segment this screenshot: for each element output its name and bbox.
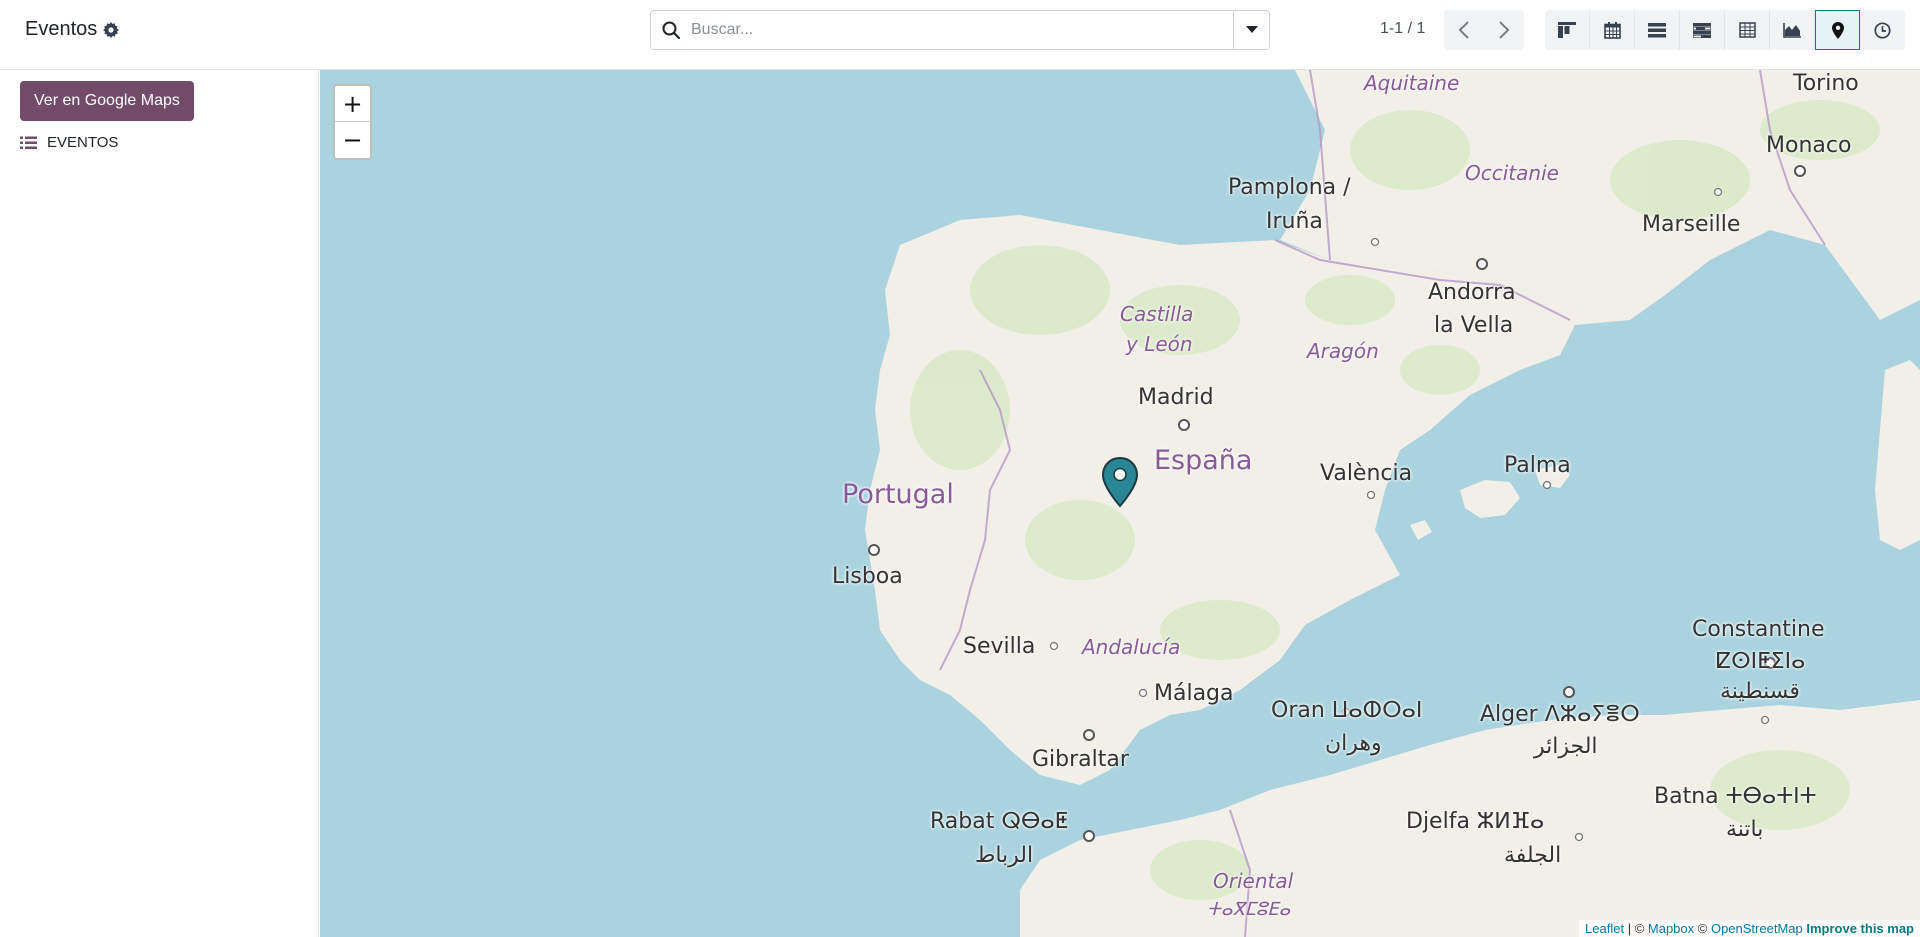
chevron-left-icon — [1458, 21, 1469, 39]
map-label: الجلفة — [1504, 843, 1562, 868]
search-bar — [650, 10, 1270, 50]
map-label: España — [1154, 445, 1253, 476]
pager-next-button[interactable] — [1484, 10, 1524, 50]
map-label: Pamplona / — [1228, 175, 1351, 200]
improve-map-link[interactable]: Improve this map — [1806, 921, 1914, 936]
map-label: Djelfa ⵣⵍⴼⴰ — [1406, 809, 1545, 834]
map-label: قسنطينة — [1720, 679, 1800, 704]
map-label: Portugal — [842, 479, 954, 510]
map-label: la Vella — [1434, 313, 1514, 338]
map-label: ⵇⵙⵏⵟⵉⵏⴰ — [1716, 649, 1806, 674]
gear-icon[interactable] — [103, 21, 120, 38]
page-title: Eventos — [25, 18, 98, 40]
control-panel: Eventos 1-1 / 1 — [0, 0, 1920, 70]
gantt-view-button[interactable] — [1680, 10, 1725, 50]
search-icon — [651, 11, 691, 49]
zoom-out-button[interactable]: − — [335, 122, 370, 158]
search-options-toggle[interactable] — [1233, 11, 1269, 49]
map-label: Lisboa — [832, 564, 903, 589]
map-label: Monaco — [1766, 133, 1852, 158]
map-label: València — [1320, 461, 1413, 486]
map-label: Gibraltar — [1032, 747, 1129, 772]
map-attribution: Leaflet | © Mapbox © OpenStreetMap Impro… — [1579, 920, 1920, 937]
map-label: وهران — [1325, 731, 1382, 756]
map-label: Constantine — [1692, 617, 1825, 642]
records-group[interactable]: EVENTOS — [20, 134, 118, 151]
map-container[interactable]: Aquitaine Torino Occitanie Monaco Pamplo… — [320, 70, 1920, 937]
map-label: Occitanie — [1465, 161, 1559, 185]
google-maps-button[interactable]: Ver en Google Maps — [20, 81, 194, 121]
map-label: Málaga — [1154, 681, 1234, 706]
caret-down-icon — [1245, 26, 1258, 33]
map-pin-icon — [1101, 456, 1139, 508]
zoom-control: + − — [333, 84, 372, 160]
map-label: باتنة — [1726, 817, 1764, 842]
map-label: Rabat ⵕⴱⴰⵟ — [930, 809, 1069, 834]
openstreetmap-link[interactable]: OpenStreetMap — [1711, 921, 1803, 936]
graph-view-button[interactable] — [1770, 10, 1815, 50]
view-switcher — [1545, 10, 1905, 50]
map-label: الجزائر — [1534, 734, 1598, 759]
map-label: Madrid — [1138, 385, 1214, 410]
map-view-button[interactable] — [1815, 10, 1860, 50]
calendar-view-button[interactable] — [1590, 10, 1635, 50]
map-label: Sevilla — [963, 634, 1036, 659]
search-input[interactable] — [691, 12, 1233, 48]
kanban-icon — [1558, 22, 1576, 38]
pivot-view-button[interactable] — [1725, 10, 1770, 50]
map-label: الرباط — [975, 843, 1034, 868]
mapbox-link[interactable]: Mapbox — [1648, 921, 1694, 936]
map-label: Iruña — [1266, 209, 1323, 234]
breadcrumb: Eventos — [25, 18, 120, 41]
map-label: y León — [1126, 332, 1193, 356]
clock-icon — [1874, 21, 1891, 39]
map-label: Torino — [1793, 71, 1859, 96]
calendar-icon — [1603, 21, 1621, 39]
map-label: Palma — [1504, 453, 1571, 478]
map-label: Alger ⴷⵣⴰⵢⴻⵔ — [1480, 702, 1640, 727]
pager-nav — [1444, 10, 1524, 50]
map-label: Batna ⵜⴱⴰⵜⵏⵜ — [1654, 784, 1817, 809]
pager-previous-button[interactable] — [1444, 10, 1484, 50]
map-label: Oriental — [1213, 869, 1294, 893]
records-label: EVENTOS — [47, 134, 119, 151]
map-label: Aragón — [1307, 339, 1379, 363]
map-label: Oran ⵡⴰⵀⵔⴰⵏ — [1271, 698, 1423, 723]
map-label: Andorra — [1428, 280, 1516, 305]
map-marker[interactable] — [1100, 456, 1140, 508]
gantt-icon — [1693, 22, 1711, 38]
map-label: Andalucía — [1082, 635, 1181, 659]
map-label: ⵜⴰⴳⵎⵓⴹⴰ — [1207, 899, 1291, 920]
map-label: Marseille — [1642, 212, 1741, 237]
map-label: Castilla — [1120, 302, 1194, 326]
zoom-in-button[interactable]: + — [335, 86, 370, 122]
kanban-view-button[interactable] — [1545, 10, 1590, 50]
pager-value[interactable]: 1-1 / 1 — [1380, 20, 1425, 38]
list-view-button[interactable] — [1635, 10, 1680, 50]
map-label: Aquitaine — [1364, 71, 1460, 95]
activity-view-button[interactable] — [1860, 10, 1905, 50]
map-sidebar: Ver en Google Maps EVENTOS — [0, 70, 319, 937]
pivot-icon — [1738, 22, 1756, 38]
chevron-right-icon — [1499, 21, 1510, 39]
leaflet-link[interactable]: Leaflet — [1585, 921, 1624, 936]
list-ul-icon — [20, 136, 37, 149]
list-icon — [1648, 22, 1666, 37]
area-chart-icon — [1783, 22, 1801, 38]
map-marker-icon — [1831, 21, 1844, 39]
